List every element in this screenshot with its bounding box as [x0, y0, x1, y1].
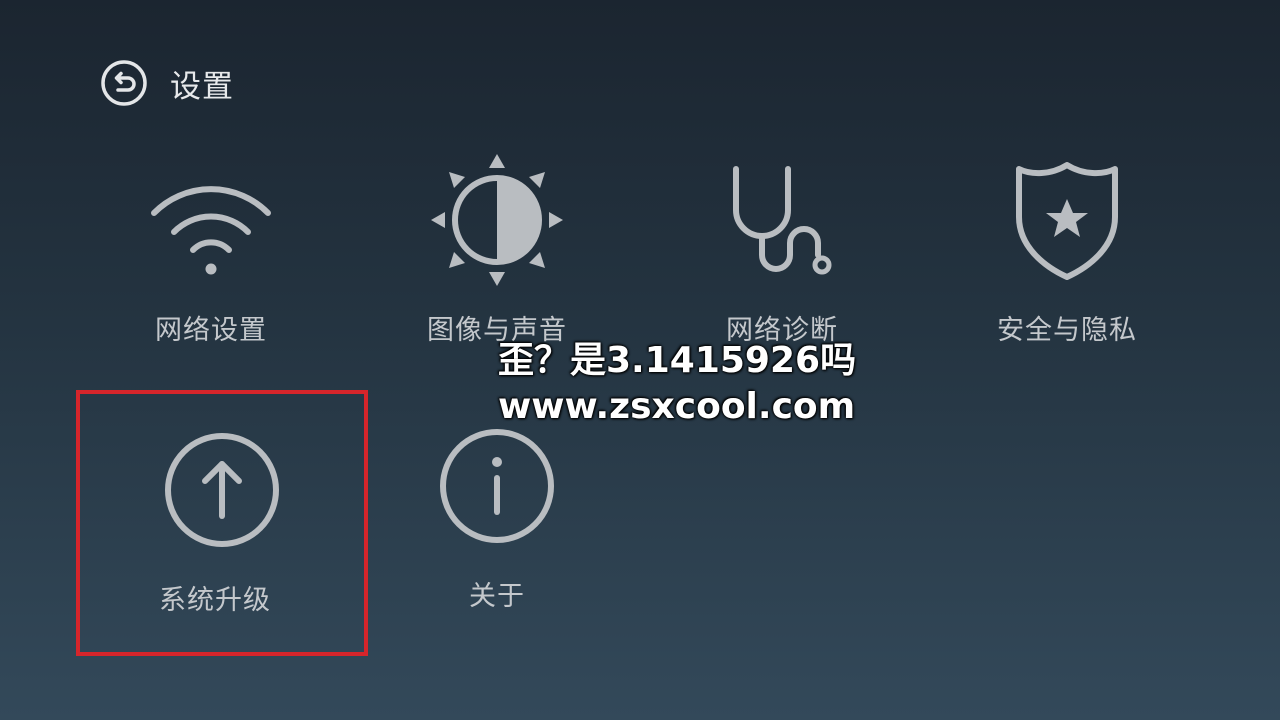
tile-label: 图像与声音 [427, 315, 567, 346]
tile-label: 安全与隐私 [997, 315, 1137, 346]
tile-about[interactable]: 关于 [362, 390, 632, 656]
stethoscope-icon [733, 166, 832, 275]
shield-star-icon [1016, 162, 1118, 280]
tile-label: 网络诊断 [726, 315, 838, 346]
back-arrow-icon [101, 60, 147, 106]
tile-label: 关于 [469, 581, 525, 612]
page-title: 设置 [170, 68, 234, 105]
tile-picture-sound[interactable]: 图像与声音 [362, 150, 632, 350]
tile-system-upgrade[interactable]: 系统升级 [76, 390, 368, 656]
tile-network-diagnosis[interactable]: 网络诊断 [647, 150, 917, 350]
tile-label: 系统升级 [159, 585, 271, 616]
settings-header: 设置 [100, 58, 234, 108]
tile-network-settings[interactable]: 网络设置 [76, 150, 346, 350]
info-icon [440, 429, 554, 543]
tile-label: 网络设置 [155, 315, 267, 346]
back-button[interactable] [100, 59, 148, 107]
tile-security-privacy[interactable]: 安全与隐私 [932, 150, 1202, 350]
brightness-icon [431, 154, 563, 286]
upgrade-arrow-icon [165, 433, 279, 547]
wifi-icon [151, 186, 271, 275]
